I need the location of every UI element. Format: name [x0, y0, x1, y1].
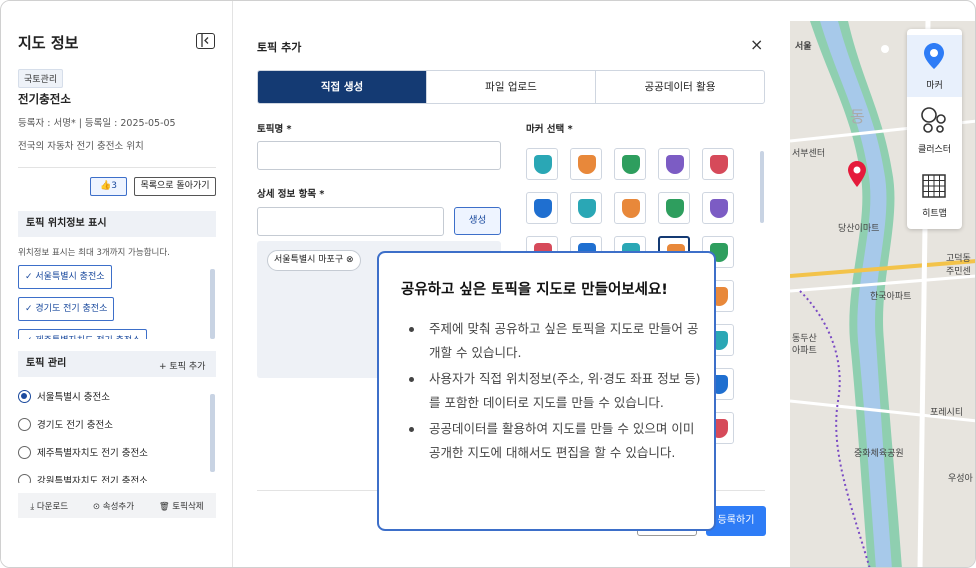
delete-topic-button[interactable]: 🗑 토픽삭제: [159, 500, 204, 512]
marker-shape-icon: [578, 155, 596, 174]
marker-select-label: 마커 선택 *: [526, 124, 573, 135]
marker-option[interactable]: [702, 192, 734, 224]
topic-label: 강원특별자치도 전기 충전소: [37, 476, 148, 483]
map-label: 고덕동: [946, 254, 971, 264]
marker-shape-icon: [666, 199, 684, 218]
topic-radio-item[interactable]: 서울특별시 충전소: [18, 389, 110, 403]
radio-icon: [18, 445, 31, 459]
map-pin-icon[interactable]: [848, 161, 866, 187]
topic-label: 제주특별자치도 전기 충전소: [37, 448, 148, 459]
marker-shape-icon: [534, 155, 552, 174]
tool-label: 히트맵: [922, 209, 947, 219]
detail-tag-chip[interactable]: 서울특별시 마포구 ⊗: [267, 250, 361, 271]
topic-radio-item[interactable]: 경기도 전기 충전소: [18, 417, 113, 431]
location-chip[interactable]: ✓ 경기도 전기 충전소: [18, 297, 115, 321]
like-button[interactable]: 👍3: [90, 177, 127, 196]
topic-radio-item[interactable]: 강원특별자치도 전기 충전소: [18, 473, 148, 483]
tab-public-data[interactable]: 공공데이터 활용: [596, 71, 764, 103]
topic-label: 경기도 전기 충전소: [37, 420, 113, 431]
map-label: 중화체육공원: [854, 449, 904, 459]
generate-button[interactable]: 생성: [454, 207, 501, 235]
marker-shape-icon: [622, 155, 640, 174]
map-label: 한국아파트: [870, 292, 912, 302]
popover-bullet: 주제에 맞춰 공유하고 싶은 토픽을 지도로 만들어 공개할 수 있습니다.: [409, 317, 709, 365]
marker-shape-icon: [710, 199, 728, 218]
topic-label: 서울특별시 충전소: [37, 392, 110, 403]
marker-option[interactable]: [614, 192, 646, 224]
marker-option[interactable]: [526, 148, 558, 180]
marker-scrollbar[interactable]: [760, 151, 764, 223]
marker-shape-icon: [710, 155, 728, 174]
topic-name-input[interactable]: [257, 141, 501, 170]
marker-mode-button[interactable]: 마커: [907, 35, 962, 97]
panel-title: 지도 정보: [18, 34, 79, 52]
modal-title: 토픽 추가: [257, 41, 302, 54]
tab-file-upload[interactable]: 파일 업로드: [427, 71, 596, 103]
app-window: 지도 정보 국토관리 전기충전소 등록자 : 서명* | 등록일 : 2025-…: [0, 0, 976, 568]
tool-label: 클러스터: [917, 145, 952, 155]
download-button[interactable]: ⤓ 다운로드: [30, 500, 68, 512]
marker-option[interactable]: [614, 148, 646, 180]
marker-shape-icon: [534, 199, 552, 218]
marker-shape-icon: [578, 199, 596, 218]
creation-mode-tabs: 직접 생성 파일 업로드 공공데이터 활용: [257, 70, 765, 104]
topic-scrollbar[interactable]: [210, 394, 215, 472]
topic-radio-item[interactable]: 제주특별자치도 전기 충전소: [18, 445, 148, 459]
radio-icon: [18, 473, 31, 483]
topic-radio-list: 서울특별시 충전소 경기도 전기 충전소 제주특별자치도 전기 충전소 강원특별…: [1, 383, 233, 483]
heatmap-mode-button[interactable]: 히트맵: [907, 163, 962, 225]
cluster-mode-button[interactable]: 클러스터: [907, 99, 962, 161]
popover-bullet: 공공데이터를 활용하여 지도를 만들 수 있으며 이미 공개한 지도에 대해서도…: [409, 417, 709, 465]
topic-name-label: 토픽명 *: [257, 124, 292, 135]
marker-option[interactable]: [526, 192, 558, 224]
popover-title: 공유하고 싶은 토픽을 지도로 만들어보세요!: [401, 282, 668, 298]
popover-bullet-list: 주제에 맞춰 공유하고 싶은 토픽을 지도로 만들어 공개할 수 있습니다. 사…: [409, 317, 709, 467]
add-topic-button[interactable]: + 토픽 추가: [159, 359, 205, 372]
author-date-meta: 등록자 : 서명* | 등록일 : 2025-05-05: [18, 118, 176, 129]
location-hint: 위치정보 표시는 최대 3개까지 가능합니다.: [18, 248, 170, 258]
detail-field-label: 상세 정보 항목 *: [257, 189, 325, 200]
location-chip-list: ✓ 서울특별시 충전소 ✓ 경기도 전기 충전소 ✓ 제주특별자치도 전기 충전…: [1, 263, 233, 339]
popover-bullet: 사용자가 직접 위치정보(주소, 위·경도 좌표 정보 등)를 포함한 데이터로…: [409, 367, 709, 415]
map-mode-toolbar: 마커 클러스터 히트맵: [907, 29, 962, 229]
tab-direct-create[interactable]: 직접 생성: [258, 71, 427, 103]
radio-icon: [18, 417, 31, 431]
detail-field-input[interactable]: [257, 207, 444, 236]
map-subject: 전기충전소: [18, 92, 71, 106]
map-label: 주민센: [946, 267, 971, 277]
map-label: 동: [850, 107, 865, 126]
divider: [18, 167, 216, 168]
tool-label: 마커: [926, 81, 943, 91]
topic-action-bar: ⤓ 다운로드 ⊙ 속성추가 🗑 토픽삭제: [18, 493, 216, 518]
map-description: 전국의 자동차 전기 충전소 위치: [18, 141, 144, 152]
location-section-header: 토픽 위치정보 표시: [18, 211, 216, 237]
location-chip[interactable]: ✓ 서울특별시 충전소: [18, 265, 112, 289]
radio-selected-icon: [18, 389, 31, 403]
heatmap-grid-icon: [922, 174, 946, 198]
marker-option[interactable]: [570, 192, 602, 224]
onboarding-popover: 공유하고 싶은 토픽을 지도로 만들어보세요! 주제에 맞춰 공유하고 싶은 토…: [377, 251, 716, 531]
collapse-panel-icon[interactable]: [196, 33, 215, 49]
add-attribute-button[interactable]: ⊙ 속성추가: [93, 500, 134, 512]
cluster-icon: [921, 107, 946, 133]
map-label: 우성아: [948, 474, 973, 484]
marker-option[interactable]: [658, 192, 690, 224]
map-label: 포레시티: [930, 408, 964, 418]
marker-option[interactable]: [570, 148, 602, 180]
map-label: 당산이마트: [838, 224, 880, 234]
category-tag: 국토관리: [18, 69, 64, 88]
map-label: 서울: [795, 42, 812, 52]
map-info-panel: 지도 정보 국토관리 전기충전소 등록자 : 서명* | 등록일 : 2025-…: [1, 1, 233, 567]
marker-option[interactable]: [702, 148, 734, 180]
map-label: 서부센터: [792, 149, 826, 159]
marker-shape-icon: [622, 199, 640, 218]
marker-option[interactable]: [658, 148, 690, 180]
close-icon[interactable]: ×: [750, 35, 763, 54]
location-scrollbar[interactable]: [210, 269, 215, 339]
marker-shape-icon: [666, 155, 684, 174]
map-label: 아파트: [792, 346, 817, 356]
back-to-list-button[interactable]: 목록으로 돌아가기: [134, 177, 216, 196]
marker-pin-icon: [924, 43, 944, 69]
location-chip[interactable]: ✓ 제주특별자치도 전기 충전소: [18, 329, 148, 339]
